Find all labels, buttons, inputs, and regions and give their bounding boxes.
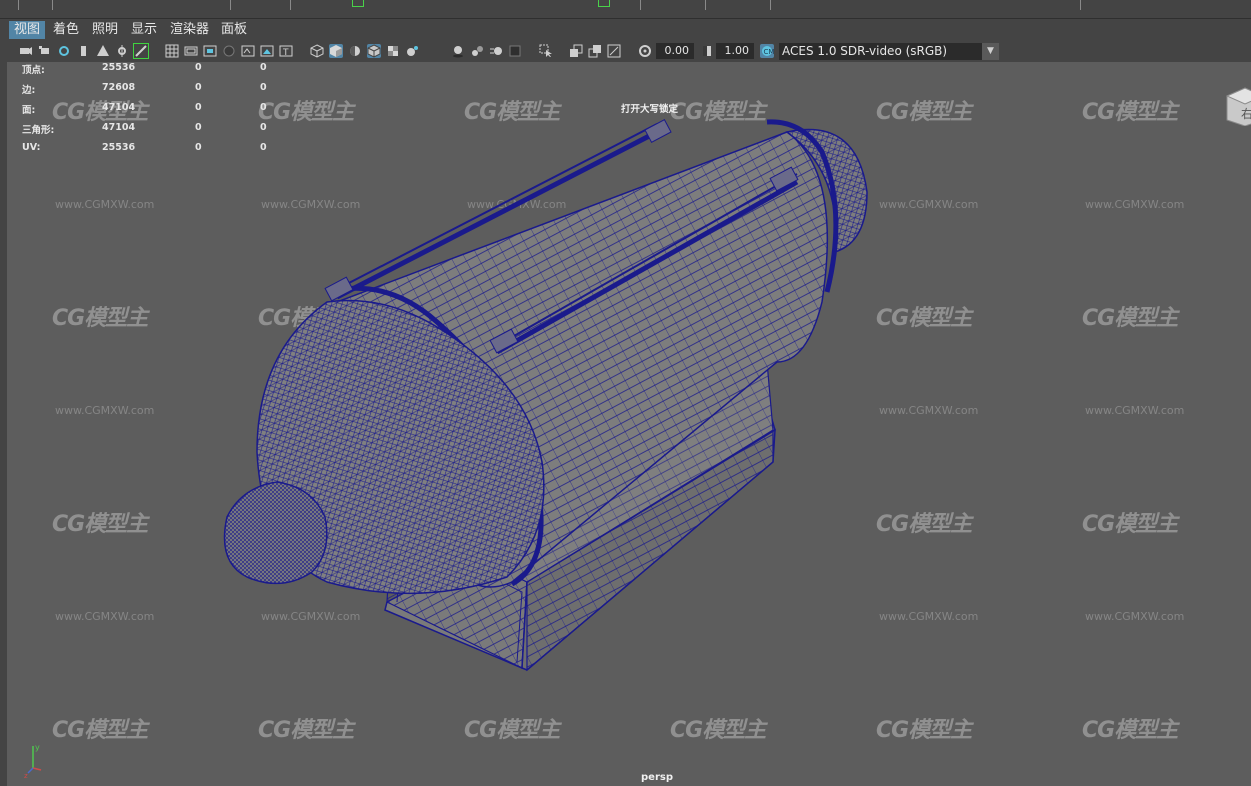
stat-selected: 0	[195, 142, 202, 153]
stat-value: 47104	[102, 102, 136, 113]
view-cube-label: 右	[1241, 106, 1251, 121]
timeline-strip	[0, 0, 1251, 19]
menu-renderer[interactable]: 渲染器	[165, 21, 214, 39]
resolution-gate-icon[interactable]	[203, 44, 217, 58]
svg-text:T: T	[282, 48, 289, 58]
menu-show[interactable]: 显示	[126, 21, 162, 39]
xray-joints-icon[interactable]	[588, 44, 602, 58]
smooth-shade-icon[interactable]	[329, 44, 343, 58]
svg-text:y: y	[35, 743, 40, 752]
stat-selected: 0	[195, 82, 202, 93]
stat-label: UV:	[22, 142, 41, 153]
safe-title-icon[interactable]: T	[279, 44, 293, 58]
menu-panels[interactable]: 面板	[216, 21, 252, 39]
xray-active-components-icon[interactable]	[607, 44, 621, 58]
menu-view[interactable]: 视图	[9, 21, 46, 39]
view-transform-icon[interactable]: CM	[760, 44, 774, 58]
stat-selected-2: 0	[260, 62, 267, 73]
shadows-icon[interactable]	[451, 44, 465, 58]
stat-value: 25536	[102, 142, 136, 153]
menu-shading[interactable]: 着色	[48, 21, 84, 39]
default-material-icon[interactable]	[348, 44, 362, 58]
menu-lighting[interactable]: 照明	[87, 21, 123, 39]
field-chart-icon[interactable]	[241, 44, 255, 58]
stat-selected: 0	[195, 122, 202, 133]
motion-blur-icon[interactable]	[489, 44, 503, 58]
stat-label: 三角形:	[22, 125, 55, 136]
film-gate-icon[interactable]	[184, 44, 198, 58]
gamma-icon[interactable]	[700, 44, 714, 58]
camera-name-label: persp	[641, 772, 673, 783]
stat-selected: 0	[195, 102, 202, 113]
wireframe-on-shaded-icon[interactable]	[367, 44, 381, 58]
tank-wireframe-model[interactable]	[7, 62, 1251, 786]
2d-pan-zoom-icon[interactable]	[96, 44, 110, 58]
stat-selected-2: 0	[260, 82, 267, 93]
stat-selected-2: 0	[260, 122, 267, 133]
bookmarks-icon[interactable]	[57, 44, 71, 58]
image-plane-icon[interactable]	[77, 44, 91, 58]
chevron-down-icon[interactable]: ▼	[982, 43, 999, 60]
svg-text:CM: CM	[764, 48, 775, 56]
grid-icon[interactable]	[165, 44, 179, 58]
tank-end-cap	[223, 481, 328, 585]
panel-menu-bar: 视图 着色 照明 显示 渲染器 面板	[0, 19, 1251, 41]
stat-selected-2: 0	[260, 102, 267, 113]
stat-label: 顶点:	[22, 65, 45, 76]
viewport-left-border	[0, 62, 7, 786]
stat-value: 72608	[102, 82, 136, 93]
color-management-select[interactable]: ACES 1.0 SDR-video (sRGB)	[779, 43, 984, 60]
stat-label: 边:	[22, 85, 36, 96]
view-cube[interactable]: 右	[1225, 86, 1251, 126]
axis-gizmo-icon: y z	[24, 743, 42, 780]
anti-aliasing-icon[interactable]	[508, 44, 522, 58]
svg-text:z: z	[24, 772, 28, 780]
stat-label: 面:	[22, 105, 36, 116]
exposure-field[interactable]: 0.00	[656, 43, 694, 59]
safe-action-icon[interactable]	[260, 44, 274, 58]
stat-selected: 0	[195, 62, 202, 73]
stat-selected-2: 0	[260, 142, 267, 153]
stat-value: 47104	[102, 122, 136, 133]
grease-pencil-icon[interactable]	[115, 44, 129, 58]
isolate-select-icon[interactable]	[539, 44, 553, 58]
wireframe-icon[interactable]	[310, 44, 324, 58]
use-all-lights-icon[interactable]	[405, 44, 419, 58]
select-camera-icon[interactable]	[19, 44, 33, 58]
stat-value: 25536	[102, 62, 136, 73]
gate-mask-icon[interactable]	[222, 44, 236, 58]
pencil-icon[interactable]	[133, 43, 149, 59]
exposure-icon[interactable]	[638, 44, 652, 58]
screen-space-ao-icon[interactable]	[470, 44, 484, 58]
camera-attributes-icon[interactable]	[38, 44, 52, 58]
xray-icon[interactable]	[569, 44, 583, 58]
caps-lock-message: 打开大写锁定	[621, 104, 679, 115]
perspective-viewport[interactable]: CG模型主 CG模型主 CG模型主 CG模型主 CG模型主 CG模型主 www.…	[7, 62, 1251, 786]
textured-icon[interactable]	[386, 44, 400, 58]
gamma-field[interactable]: 1.00	[716, 43, 754, 59]
panel-toolbar: T 0.00 1.00 CM ACES 1.0 SDR-video (sRGB)…	[0, 41, 1251, 63]
